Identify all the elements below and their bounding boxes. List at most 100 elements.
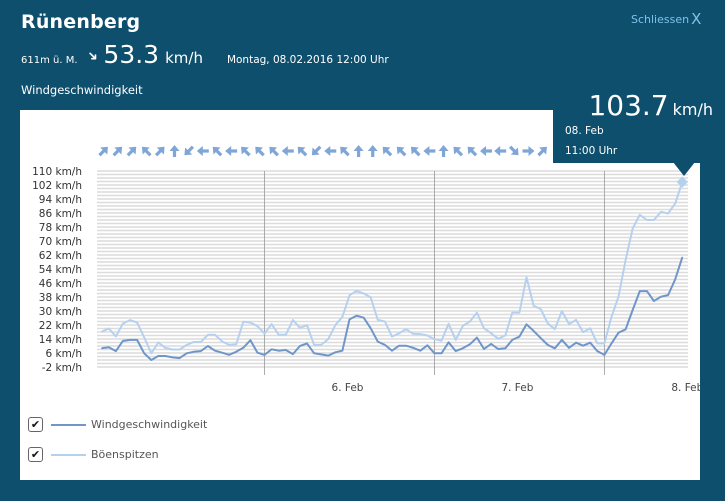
gust-point <box>525 276 528 278</box>
wind-point <box>596 350 598 352</box>
wind-point <box>547 344 549 346</box>
gust-point <box>143 336 145 338</box>
wind-point <box>306 342 308 344</box>
wind-direction-arrow-icon <box>438 145 449 157</box>
gust-point <box>292 319 294 321</box>
tooltip-unit: km/h <box>672 100 713 119</box>
y-tick-label: 78 km/h <box>39 222 82 234</box>
gust-point <box>334 324 336 326</box>
gust-point <box>263 332 266 335</box>
gust-point <box>674 202 676 204</box>
wind-point <box>440 352 443 354</box>
legend-swatch-wind <box>51 423 86 426</box>
wind-direction-arrow-icon <box>423 146 436 156</box>
gust-point <box>221 340 223 343</box>
current-conditions: 611m ü. M. ➜ 53.3 km/h Montag, 08.02.201… <box>21 40 389 69</box>
y-tick-label: 6 km/h <box>45 348 82 360</box>
wind-direction-arrow-icon <box>281 146 294 156</box>
wind-direction-arrow-icon <box>353 145 364 157</box>
wind-point <box>610 342 613 344</box>
gust-point <box>355 290 358 292</box>
gust-point <box>214 334 216 336</box>
wind-direction-arrow-icon <box>324 146 337 156</box>
gust-point <box>561 310 563 312</box>
wind-point <box>384 344 386 346</box>
gust-point <box>440 339 443 342</box>
wind-point <box>143 352 145 354</box>
y-tick-label: 62 km/h <box>39 250 82 262</box>
wind-direction-arrow-icon <box>169 145 180 157</box>
wind-point <box>575 342 577 344</box>
wind-direction-arrow-icon <box>467 146 478 157</box>
wind-point <box>129 339 131 341</box>
y-tick-label: 70 km/h <box>39 236 82 248</box>
tooltip-value: 103.7 <box>588 89 669 122</box>
gust-point <box>242 321 244 323</box>
wind-point <box>122 340 124 342</box>
gust-point <box>186 344 188 346</box>
wind-point <box>327 355 329 357</box>
wind-direction-arrow-icon <box>494 146 507 156</box>
gust-point <box>554 328 556 330</box>
gust-point <box>370 296 372 298</box>
tooltip-date: 08. Feb <box>565 125 604 137</box>
gust-point <box>660 211 662 213</box>
gust-point <box>108 327 110 330</box>
gust-point <box>405 328 407 330</box>
checkbox-wind[interactable]: ✔ <box>28 417 43 432</box>
wind-direction-arrow-icon <box>241 146 251 157</box>
speed-unit: km/h <box>165 49 203 67</box>
gust-point <box>164 347 167 349</box>
wind-point <box>242 347 244 349</box>
wind-direction-arrow-icon <box>98 146 108 157</box>
gust-point <box>625 259 627 261</box>
wind-point <box>228 354 230 356</box>
wind-direction-arrow-icon <box>154 146 165 157</box>
gust-point <box>129 319 131 321</box>
wind-point <box>617 332 620 334</box>
y-tick-label: 30 km/h <box>39 306 82 318</box>
wind-point <box>370 327 372 329</box>
datetime: Montag, 08.02.2016 12:00 Uhr <box>226 54 389 66</box>
gust-point <box>278 334 280 336</box>
gust-point <box>320 344 322 346</box>
wind-point <box>462 347 464 349</box>
gust-point <box>200 341 202 343</box>
wind-point <box>193 351 195 353</box>
y-tick-label: 94 km/h <box>39 194 82 206</box>
wind-point <box>469 343 471 345</box>
wind-point <box>483 348 485 350</box>
wind-point <box>391 350 393 352</box>
gust-point <box>285 334 287 336</box>
wind-point <box>646 290 648 292</box>
gust-point <box>171 348 174 351</box>
gust-point <box>589 327 591 329</box>
gust-point <box>603 342 605 344</box>
wind-direction-arrow-icon <box>297 146 308 157</box>
y-tick-label: 102 km/h <box>32 180 82 192</box>
wind-point <box>653 300 655 302</box>
wind-point <box>214 350 216 352</box>
wind-point <box>249 339 251 341</box>
current-speed: 53.3 <box>103 40 160 69</box>
gust-point <box>639 214 641 216</box>
y-tick-label: 38 km/h <box>39 292 82 304</box>
wind-point <box>292 353 294 355</box>
wind-point <box>299 345 301 347</box>
legend-item-gusts[interactable]: ✔ Böenspitzen <box>28 447 159 462</box>
legend-item-wind[interactable]: ✔ Windgeschwindigkeit <box>28 417 207 432</box>
gust-point <box>150 352 152 354</box>
wind-point <box>554 347 556 349</box>
wind-point <box>412 347 414 349</box>
tooltip-time: 11:00 Uhr <box>565 145 618 157</box>
checkbox-gusts[interactable]: ✔ <box>28 447 43 462</box>
wind-point <box>511 339 513 341</box>
gust-point <box>667 212 669 215</box>
y-tick-label: 22 km/h <box>39 320 82 332</box>
x-tick-label: 8. Feb <box>671 382 700 394</box>
wind-point <box>263 354 266 356</box>
gust-point <box>483 327 485 329</box>
close-icon: X <box>691 10 702 28</box>
close-button[interactable]: Schliessen X <box>631 10 702 28</box>
wind-point <box>433 352 436 354</box>
